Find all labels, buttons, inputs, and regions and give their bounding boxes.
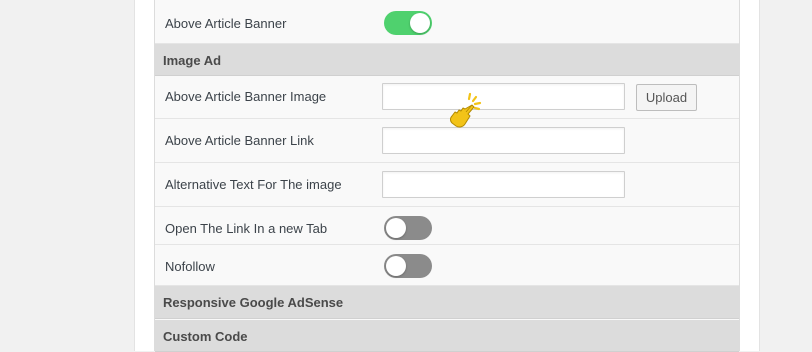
new-tab-label: Open The Link In a new Tab [165, 221, 328, 236]
hand-pointer-click-icon [450, 92, 482, 128]
banner-image-label: Above Article Banner Image [165, 89, 327, 104]
row-above-article-banner: Above Article Banner [155, 0, 739, 44]
settings-panel: Above Article Banner Image Ad Above Arti… [134, 0, 760, 352]
section-image-ad[interactable]: Image Ad [155, 44, 739, 76]
toggle-knob [410, 13, 430, 33]
alt-text-input[interactable] [382, 171, 625, 198]
above-article-banner-label: Above Article Banner [165, 16, 287, 31]
nofollow-toggle[interactable] [384, 254, 432, 278]
upload-button[interactable]: Upload [636, 84, 697, 111]
banner-link-label: Above Article Banner Link [165, 133, 314, 148]
section-custom-code-title: Custom Code [163, 329, 248, 344]
banner-image-input[interactable] [382, 83, 625, 110]
row-alt-text: Alternative Text For The image [155, 163, 739, 207]
nofollow-label: Nofollow [165, 259, 215, 274]
row-banner-link: Above Article Banner Link [155, 119, 739, 163]
toggle-knob [386, 256, 406, 276]
section-custom-code[interactable]: Custom Code [155, 320, 739, 352]
row-new-tab: Open The Link In a new Tab [155, 207, 739, 245]
alt-text-label: Alternative Text For The image [165, 177, 342, 192]
section-image-ad-title: Image Ad [163, 53, 222, 68]
section-adsense[interactable]: Responsive Google AdSense [155, 286, 739, 319]
banner-link-input[interactable] [382, 127, 625, 154]
row-nofollow: Nofollow [155, 245, 739, 286]
toggle-knob [386, 218, 406, 238]
section-adsense-title: Responsive Google AdSense [163, 295, 344, 310]
row-banner-image: Above Article Banner Image Upload [155, 76, 739, 119]
above-article-banner-toggle[interactable] [384, 11, 432, 35]
new-tab-toggle[interactable] [384, 216, 432, 240]
settings-box: Above Article Banner Image Ad Above Arti… [154, 0, 740, 352]
